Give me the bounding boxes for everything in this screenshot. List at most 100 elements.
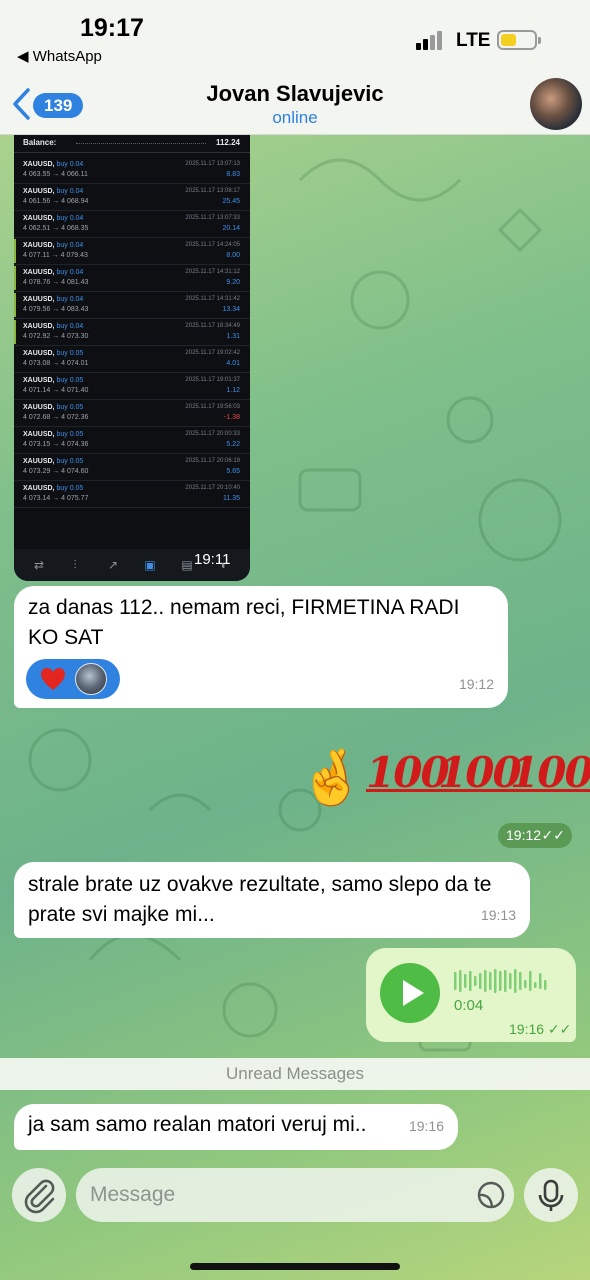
trade-symbol: XAUUSD, buy 0.05 <box>23 350 84 357</box>
incoming-message[interactable]: strale brate uz ovakve rezultate, samo s… <box>14 862 530 938</box>
row-marker <box>14 320 16 344</box>
trade-time: 2025.11.17 14:24:05 <box>185 242 240 248</box>
trade-row: XAUUSD, buy 0.04 4 061.56 → 4 068.94 2025.… <box>14 184 250 211</box>
incoming-message[interactable]: za danas 112.. nemam reci, FIRMETINA RAD… <box>14 586 508 708</box>
incoming-message[interactable]: ja sam samo realan matori veruj mi.. 19:… <box>14 1104 458 1150</box>
play-button[interactable] <box>380 963 440 1023</box>
trade-row: XAUUSD, buy 0.04 4 072.92 → 4 073.30 2025.… <box>14 319 250 346</box>
balance-value: 112.24 <box>215 138 240 147</box>
row-marker <box>14 266 16 290</box>
trade-profit: 25.45 <box>222 198 240 205</box>
trade-time: 2025.11.17 19:01:37 <box>185 377 240 383</box>
trade-row: XAUUSD, buy 0.05 4 073.14 → 4 075.77 2025.… <box>14 481 250 508</box>
double-check-icon: ✓✓ <box>547 1021 572 1037</box>
trade-symbol: XAUUSD, buy 0.05 <box>23 404 84 411</box>
battery-icon <box>497 30 541 50</box>
network-type: LTE <box>456 30 491 51</box>
image-message[interactable]: Balance: 112.24 XAUUSD, buy 0.04 4 063.55… <box>14 135 250 581</box>
trade-prices: 4 077.11 → 4 079.43 <box>23 252 88 259</box>
trade-icon: ↗ <box>107 558 119 572</box>
trade-side: buy 0.04 <box>56 215 84 222</box>
hundred-points-emoji: 100 <box>366 748 450 797</box>
record-voice-button[interactable] <box>524 1168 578 1222</box>
trade-symbol: XAUUSD, buy 0.04 <box>23 242 84 249</box>
waveform-icon[interactable] <box>454 968 554 994</box>
trade-symbol: XAUUSD, buy 0.05 <box>23 431 84 438</box>
trade-prices: 4 073.15 → 4 074.36 <box>23 441 89 448</box>
message-text: za danas 112.. nemam reci, FIRMETINA RAD… <box>28 596 460 649</box>
trade-profit: 4.01 <box>226 360 240 367</box>
message-time: 19:16 ✓✓ <box>509 1021 572 1037</box>
row-marker <box>14 293 16 317</box>
trade-symbol: XAUUSD, buy 0.04 <box>23 269 84 276</box>
trade-time: 2025.11.17 20:00:33 <box>185 431 240 437</box>
chart-icon: ⫶ <box>73 558 77 572</box>
trade-row: XAUUSD, buy 0.05 4 073.29 → 4 074.60 2025.… <box>14 454 250 481</box>
trade-side: buy 0.04 <box>56 269 84 276</box>
contact-avatar[interactable] <box>530 78 582 130</box>
trade-prices: 4 062.51 → 4 068.35 <box>23 225 89 232</box>
trade-time: 2025.11.17 20:06:19 <box>185 458 240 464</box>
message-time: 19:12 <box>506 827 542 843</box>
home-indicator <box>190 1263 400 1270</box>
trade-row: XAUUSD, buy 0.04 4 079.56 → 4 083.43 2025.… <box>14 292 250 319</box>
double-check-icon: ✓✓ <box>541 827 565 843</box>
back-to-app-link[interactable]: ◀ WhatsApp <box>17 47 102 65</box>
reactor-avatar <box>75 663 107 695</box>
trade-profit: 5.65 <box>226 468 240 475</box>
contact-name[interactable]: Jovan Slavujevic <box>0 81 590 107</box>
trade-symbol: XAUUSD, buy 0.04 <box>23 215 84 222</box>
message-text: ja sam samo realan matori veruj mi.. <box>28 1113 367 1136</box>
trade-profit: -1.38 <box>224 414 240 421</box>
trade-side: buy 0.05 <box>56 404 84 411</box>
hundred-points-emoji: 100 <box>510 748 590 797</box>
heart-icon <box>41 668 65 690</box>
trade-symbol: XAUUSD, buy 0.04 <box>23 323 84 330</box>
message-field[interactable] <box>76 1168 514 1222</box>
play-icon <box>403 980 424 1006</box>
reaction-chip[interactable] <box>26 659 120 699</box>
trade-prices: 4 063.55 → 4 066.11 <box>23 171 88 178</box>
emoji-message[interactable]: 🤞 100 100 100 <box>298 740 590 818</box>
trade-prices: 4 079.56 → 4 083.43 <box>23 306 89 313</box>
trade-side: buy 0.05 <box>56 350 84 357</box>
trade-prices: 4 073.08 → 4 074.01 <box>23 360 89 367</box>
trade-profit: 13.34 <box>222 306 240 313</box>
trade-row: XAUUSD, buy 0.05 4 072.68 → 4 072.36 2025.… <box>14 400 250 427</box>
sticker-icon[interactable] <box>476 1180 506 1210</box>
trade-prices: 4 073.14 → 4 075.77 <box>23 495 89 502</box>
trade-prices: 4 061.56 → 4 068.94 <box>23 198 89 205</box>
attach-button[interactable] <box>12 1168 66 1222</box>
trade-prices: 4 072.68 → 4 072.36 <box>23 414 89 421</box>
trade-list: XAUUSD, buy 0.04 4 063.55 → 4 066.11 2025.… <box>14 157 250 508</box>
message-input-bar <box>0 1160 590 1280</box>
trade-side: buy 0.05 <box>56 431 84 438</box>
trade-symbol: XAUUSD, buy 0.05 <box>23 458 84 465</box>
trade-time: 2025.11.17 19:56:03 <box>185 404 240 410</box>
message-input[interactable] <box>90 1168 450 1222</box>
quotes-icon: ⇄ <box>33 558 45 572</box>
clock: 19:17 <box>80 14 144 42</box>
trade-profit: 20.14 <box>222 225 240 232</box>
trade-symbol: XAUUSD, buy 0.04 <box>23 188 84 195</box>
message-time: 19:11 <box>194 551 231 568</box>
trade-side: buy 0.04 <box>56 242 84 249</box>
row-marker <box>14 239 16 263</box>
message-time: 19:13 <box>480 907 516 923</box>
voice-duration: 0:04 <box>454 997 484 1014</box>
signal-icon <box>416 30 446 50</box>
trade-side: buy 0.05 <box>56 458 84 465</box>
history-icon: ▣ <box>144 558 156 572</box>
trade-time: 2025.11.17 14:31:42 <box>185 296 240 302</box>
crossed-fingers-emoji: 🤞 <box>298 748 366 808</box>
trade-profit: 8.83 <box>226 171 240 178</box>
trade-side: buy 0.05 <box>56 485 84 492</box>
trade-side: buy 0.05 <box>56 377 84 384</box>
trade-time: 2025.11.17 13:08:17 <box>185 188 240 194</box>
balance-label: Balance: <box>23 138 57 147</box>
hundred-points-emoji: 100 <box>438 748 522 797</box>
voice-message[interactable]: 0:04 19:16 ✓✓ <box>366 948 576 1042</box>
balance-row: Balance: 112.24 <box>14 135 250 153</box>
unread-messages-divider: Unread Messages <box>0 1058 590 1090</box>
message-text: strale brate uz ovakve rezultate, samo s… <box>28 873 492 926</box>
